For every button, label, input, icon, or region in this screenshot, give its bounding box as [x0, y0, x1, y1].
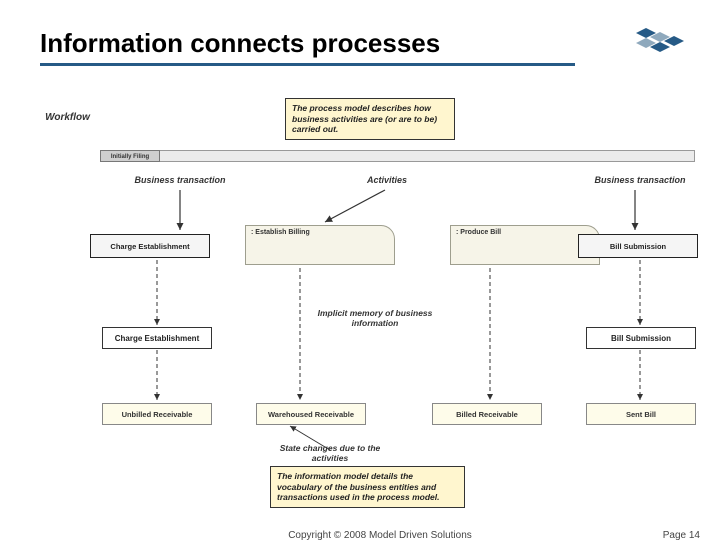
state-warehoused-receivable: Warehoused Receivable: [256, 403, 366, 425]
bt-charge-establishment: Charge Establishment: [90, 234, 210, 258]
diagram: Workflow Initially Filing The process mo…: [30, 90, 690, 490]
callout-process-model: The process model describes how business…: [285, 98, 455, 140]
page-number: Page 14: [663, 530, 700, 541]
title-underline: [40, 63, 575, 66]
bt-bill-submission: Bill Submission: [578, 234, 698, 258]
state-billed-receivable: Billed Receivable: [432, 403, 542, 425]
state-unbilled-receivable: Unbilled Receivable: [102, 403, 212, 425]
box-charge-establishment: Charge Establishment: [102, 327, 212, 349]
activity-establish-billing: : Establish Billing: [245, 225, 395, 265]
copyright-text: Copyright © 2008 Model Driven Solutions: [250, 530, 510, 541]
swimlane-bar: [100, 150, 695, 162]
title-block: Information connects processes: [40, 28, 640, 66]
label-business-transaction-left: Business transaction: [125, 175, 235, 185]
note-implicit-memory: Implicit memory of business information: [310, 308, 440, 328]
label-activities: Activities: [352, 175, 422, 185]
box-bill-submission: Bill Submission: [586, 327, 696, 349]
logo-icon: [622, 22, 690, 62]
swimlane-tab: Initially Filing: [100, 150, 160, 162]
workflow-label: Workflow: [40, 112, 95, 123]
state-sent-bill: Sent Bill: [586, 403, 696, 425]
label-business-transaction-right: Business transaction: [585, 175, 695, 185]
note-state-changes: State changes due to the activities: [270, 443, 390, 463]
callout-info-model: The information model details the vocabu…: [270, 466, 465, 508]
page-title: Information connects processes: [40, 28, 640, 59]
